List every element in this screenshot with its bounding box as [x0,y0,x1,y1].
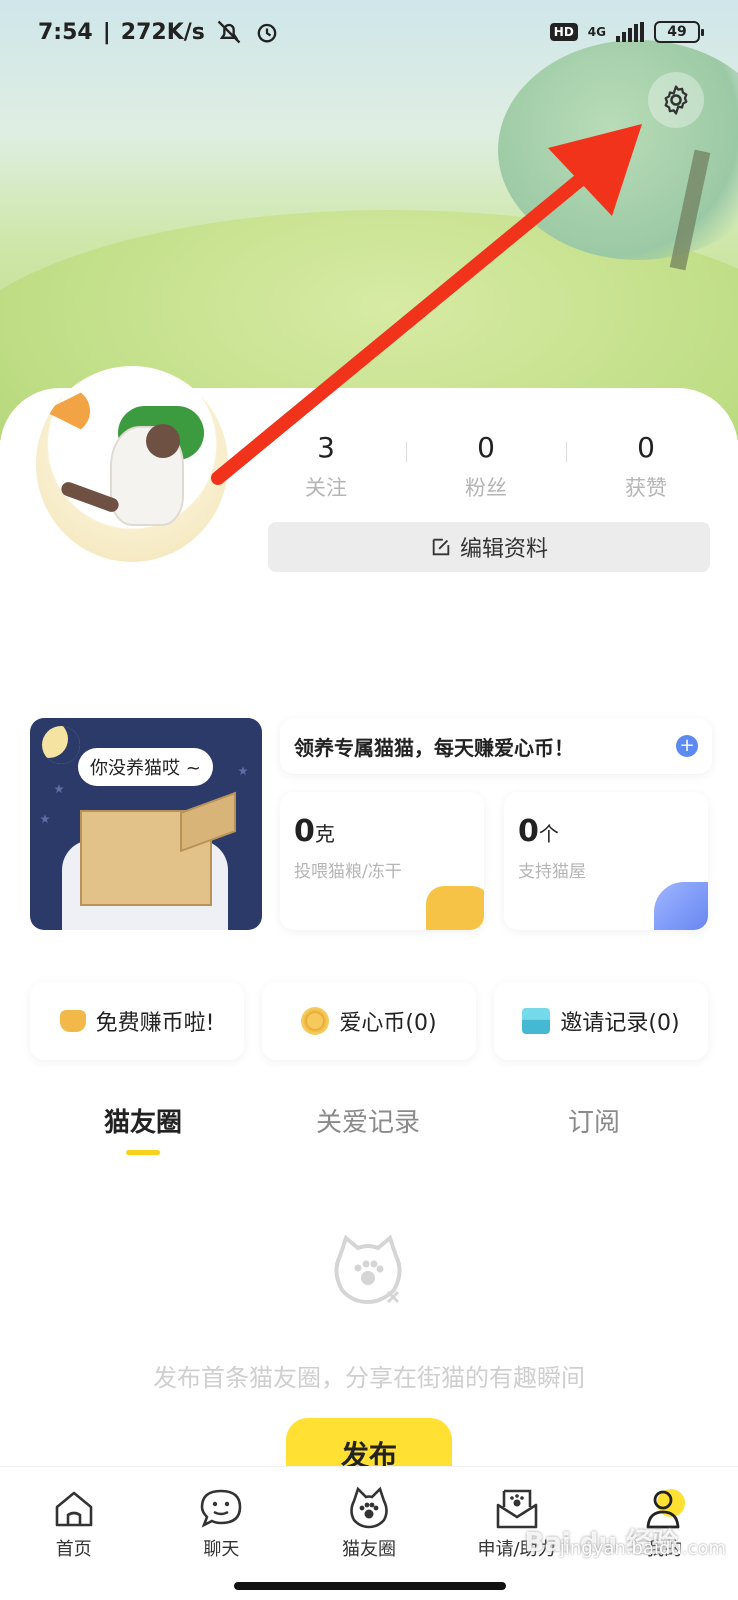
empty-cat-icon [334,1234,402,1305]
stat-likes[interactable]: 0 获赞 [566,428,726,502]
edit-icon [432,538,450,556]
food-bowl-icon [426,886,484,930]
tab-care-records[interactable]: 关爱记录 [316,1102,420,1139]
coin-icon [301,1007,330,1035]
profile-stats: 3 关注 0 粉丝 0 获赞 [246,428,726,502]
status-time: 7:54 [38,19,93,45]
food-value: 0 [294,814,315,849]
cat-house-card[interactable]: 0个 支持猫屋 [504,792,708,930]
watermark-url: jingyan.baidu.com [559,1538,726,1559]
nav-label: 聊天 [203,1539,240,1560]
stat-fans[interactable]: 0 粉丝 [406,428,566,502]
nav-label: 首页 [55,1539,92,1560]
home-icon [55,1491,93,1527]
network-speed: 272K/s [120,19,205,45]
moon-icon [42,726,80,764]
earn-coins-label: 免费赚币啦! [95,1011,215,1036]
tab-subscriptions[interactable]: 订阅 [568,1102,620,1139]
food-unit: 克 [314,822,335,846]
adopt-cat-card[interactable]: 你没养猫哎 ~ [30,718,262,930]
stat-value: 3 [317,431,335,464]
nav-cat-circle[interactable]: 猫友圈 [295,1467,443,1572]
cat-head-illustration [146,424,180,458]
love-coins-button[interactable]: 爱心币(0) [262,982,476,1060]
stat-label: 获赞 [625,476,667,500]
house-unit: 个 [538,822,559,846]
paw-circle-icon [350,1486,388,1529]
food-label: 投喂猫粮/冻干 [294,862,402,882]
gift-icon [522,1008,551,1034]
speech-bubble: 你没养猫哎 ~ [78,748,213,786]
earn-coins-button[interactable]: 免费赚币啦! [30,982,244,1060]
chat-icon [201,1489,242,1528]
avatar[interactable] [36,366,228,562]
battery-icon: 49 [654,21,704,43]
star-icon [54,784,64,794]
house-label: 支持猫屋 [518,862,586,882]
home-indicator[interactable] [234,1582,506,1590]
nav-home[interactable]: 首页 [0,1467,148,1572]
adopt-banner-text: 领养专属猫猫，每天赚爱心币！ [294,735,574,760]
status-bar: 7:54 | 272K/s HD 4G 49 [0,0,738,64]
tab-cat-circle[interactable]: 猫友圈 [104,1102,182,1139]
stat-label: 关注 [305,476,347,500]
hand-coin-icon [59,1010,86,1032]
cat-house-icon [654,882,708,930]
stat-value: 0 [637,431,655,464]
edit-profile-label: 编辑资料 [459,537,548,562]
invite-records-label: 邀请记录(0) [560,1011,680,1036]
hd-badge: HD [549,23,578,41]
edit-profile-button[interactable]: 编辑资料 [268,522,710,572]
house-value: 0 [518,814,539,849]
gear-icon [664,85,688,115]
invite-records-button[interactable]: 邀请记录(0) [494,982,708,1060]
food-card[interactable]: 0克 投喂猫粮/冻干 [280,792,484,930]
mute-bell-icon [217,20,241,44]
active-tab-indicator [126,1150,160,1155]
star-icon [238,766,248,776]
signal-icon [616,22,644,42]
adopt-banner[interactable]: 领养专属猫猫，每天赚爱心币！ + [280,718,712,774]
empty-state-text: 发布首条猫友圈，分享在街猫的有趣瞬间 [153,1364,585,1392]
nav-label: 猫友圈 [341,1539,396,1560]
stat-label: 粉丝 [465,476,507,500]
nav-chat[interactable]: 聊天 [148,1467,296,1572]
settings-button[interactable] [648,72,704,128]
star-icon [40,814,50,824]
alarm-icon [257,23,277,43]
love-coins-label: 爱心币(0) [339,1011,437,1036]
stat-value: 0 [477,431,495,464]
stat-following[interactable]: 3 关注 [246,428,406,502]
plus-icon[interactable]: + [676,735,698,757]
network-type: 4G [587,25,606,39]
